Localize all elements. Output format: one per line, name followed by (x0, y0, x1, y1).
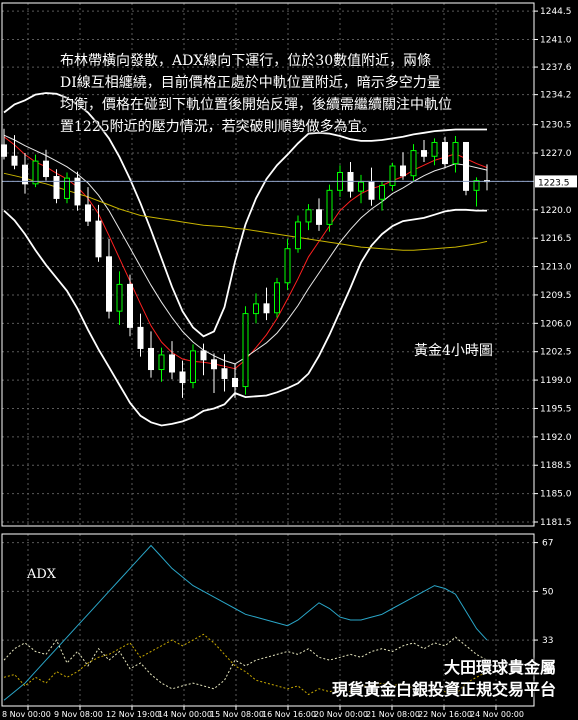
candle-body (379, 184, 385, 200)
candle-body (190, 350, 196, 384)
time-tick-label: 15 Nov 08:00 (210, 710, 264, 719)
price-tick-label: 1209.5 (540, 291, 572, 301)
time-tick-label: 8 Nov 00:00 (2, 710, 51, 719)
current-price-label: 1223.5 (538, 178, 570, 188)
candle-body (305, 209, 312, 223)
time-tick-label: 20 Nov 00:00 (314, 710, 368, 719)
candle-body (148, 347, 154, 371)
time-tick-label: 16 Nov 16:00 (262, 710, 316, 719)
brand-tagline: 現貨黃金白銀投資正規交易平台 (331, 680, 556, 699)
candle-body (32, 160, 39, 185)
brand-name: 大田環球貴金屬 (443, 658, 556, 677)
price-tick-label: 1241.0 (540, 35, 572, 45)
adx-tick-label: 33 (542, 636, 553, 646)
price-tick-label: 1199.0 (540, 376, 572, 386)
candle-body (137, 326, 144, 349)
candle-body (263, 303, 270, 314)
candle-body (242, 313, 249, 388)
commentary-line-1: 布林帶橫向發散，ADX線向下運行，位於30數值附近，兩條 (60, 53, 432, 69)
price-tick-label: 1188.5 (540, 461, 572, 471)
candle-body (410, 150, 417, 177)
candle-body (431, 141, 438, 157)
adx-tick-label: 50 (542, 587, 554, 597)
candle-body (368, 181, 375, 200)
price-tick-label: 1206.0 (540, 319, 572, 329)
candle-body (200, 350, 207, 361)
candle-body (253, 303, 259, 315)
candle-body (442, 141, 448, 165)
candle-body (43, 160, 49, 178)
candle-body (421, 150, 427, 157)
commentary-line-2: DI線互相纏繞，目前價格正處於中軌位置附近，暗示多空力量 (60, 75, 441, 91)
price-tick-label: 1216.5 (540, 234, 572, 244)
candle-body (116, 283, 123, 312)
candle-body (85, 204, 91, 222)
time-tick-label: 14 Nov 00:00 (158, 710, 212, 719)
price-tick-label: 1213.0 (540, 263, 572, 273)
price-tick-label: 1181.5 (540, 518, 572, 528)
price-tick-label: 1195.5 (540, 404, 572, 414)
candle-body (169, 354, 175, 373)
candle-body (53, 176, 60, 199)
price-tick-label: 1230.5 (540, 121, 572, 131)
candle-body (316, 209, 322, 225)
candle-body (284, 248, 291, 284)
chart-title: 黃金4小時圖 (414, 343, 493, 359)
price-tick-label: 1244.5 (540, 7, 572, 17)
candle-body (11, 155, 18, 166)
price-tick-label: 1234.2 (540, 91, 572, 101)
price-tick-label: 1185.0 (540, 490, 572, 500)
candle-body (232, 377, 238, 388)
candle-body (106, 256, 112, 312)
candle-body (358, 181, 364, 192)
time-tick-label: 21 Nov 08:00 (366, 710, 420, 719)
candle-body (274, 282, 280, 314)
price-tick-label: 1192.0 (540, 433, 572, 443)
analysis-commentary: 布林帶橫向發散，ADX線向下運行，位於30數值附近，兩條 DI線互相纏繞，目前價… (60, 50, 510, 138)
time-tick-label: 24 Nov 00:00 (470, 710, 524, 719)
candle-body (95, 220, 102, 258)
candle-body (158, 354, 165, 371)
time-tick-label: 12 Nov 19:00 (106, 710, 160, 719)
candle-body (221, 368, 228, 379)
candle-body (295, 221, 301, 250)
commentary-line-4: 置1225附近的壓力情況，若突破則順勢做多為宜。 (60, 119, 376, 135)
time-tick-label: 22 Nov 16:00 (418, 710, 472, 719)
candle-body (463, 141, 469, 191)
price-tick-label: 1202.5 (540, 348, 572, 358)
candle-body (400, 165, 406, 177)
time-tick-label: 9 Nov 08:00 (54, 710, 103, 719)
price-tick-label: 1220.0 (540, 206, 572, 216)
candle-body (74, 177, 81, 206)
candle-body (211, 359, 217, 370)
candle-body (389, 165, 396, 186)
candle-body (179, 371, 186, 384)
adx-tick-label: 67 (542, 539, 553, 549)
candle-body (473, 180, 480, 191)
candle-body (127, 283, 133, 328)
candle-body (452, 141, 459, 165)
adx-label: ADX (27, 567, 57, 582)
price-tick-label: 1227.0 (540, 149, 572, 159)
commentary-line-3: 均衡，價格在碰到下軌位置後開始反彈，後續需繼續關注中軌位 (60, 97, 452, 113)
price-tick-label: 1237.6 (540, 63, 572, 73)
candle-body (326, 189, 333, 225)
